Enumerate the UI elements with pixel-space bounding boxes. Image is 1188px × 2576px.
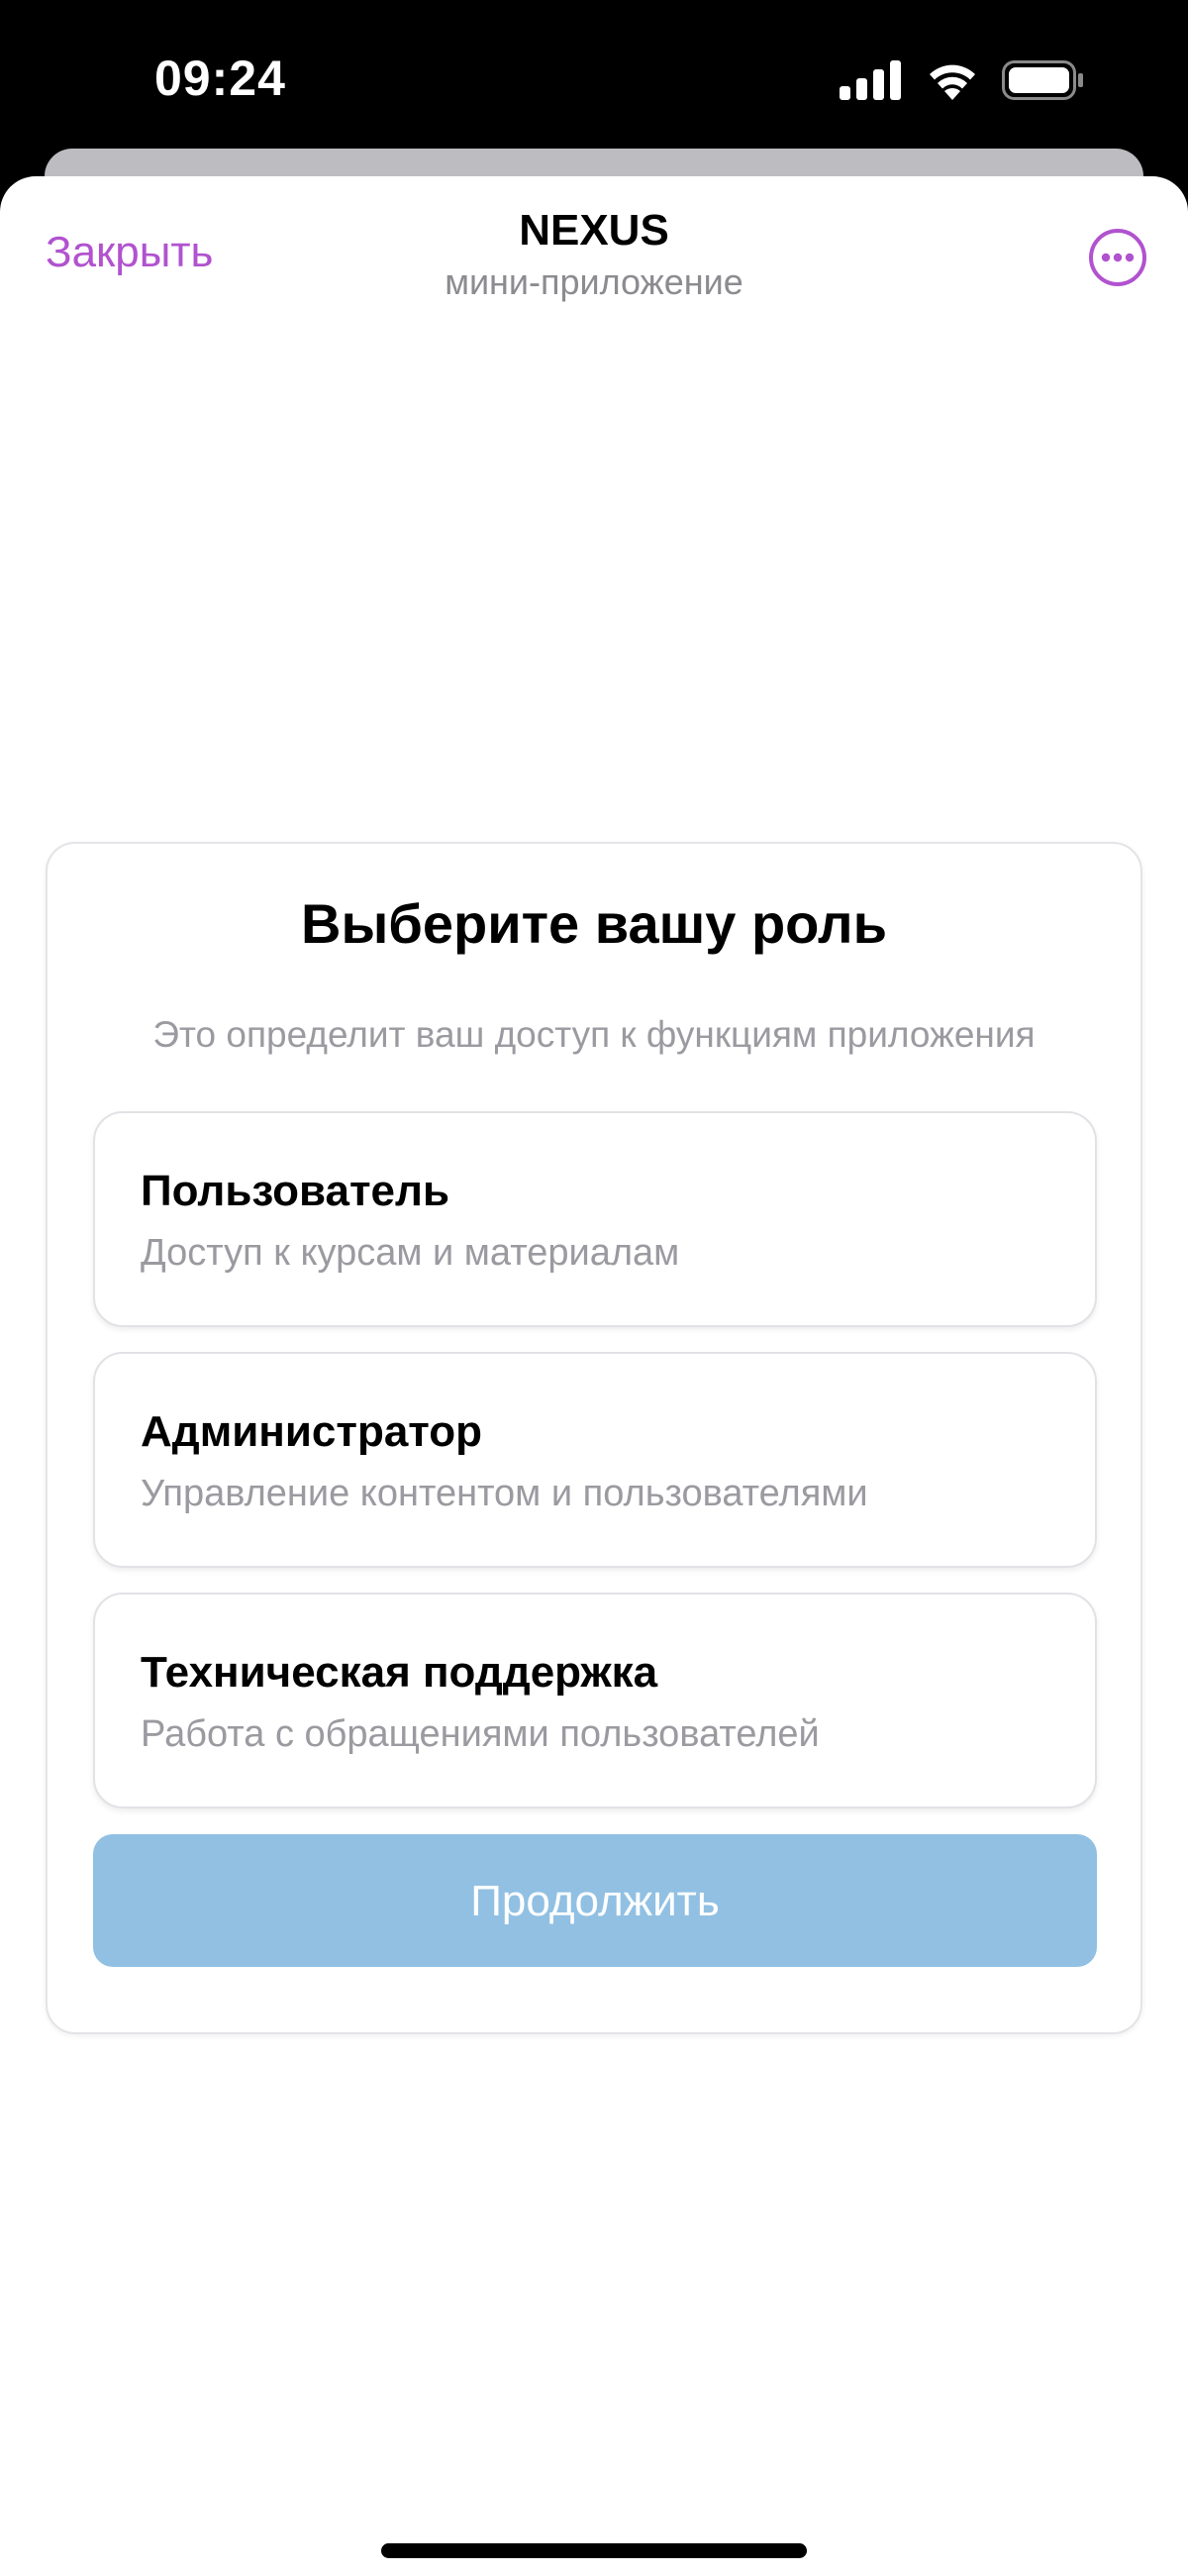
- role-option-support[interactable]: Техническая поддержка Работа с обращения…: [93, 1593, 1097, 1808]
- role-selection-card: Выберите вашу роль Это определит ваш дос…: [46, 842, 1142, 2034]
- status-icons: [840, 57, 1085, 103]
- cellular-signal-icon: [840, 60, 903, 100]
- role-option-admin[interactable]: Администратор Управление контентом и пол…: [93, 1352, 1097, 1568]
- continue-button[interactable]: Продолжить: [93, 1834, 1097, 1967]
- wifi-icon: [925, 60, 980, 100]
- card-title: Выберите вашу роль: [301, 892, 887, 955]
- role-option-user[interactable]: Пользователь Доступ к курсам и материала…: [93, 1111, 1097, 1327]
- role-description: Доступ к курсам и материалам: [141, 1232, 680, 1274]
- status-bar: 09:24: [0, 0, 1188, 149]
- role-name: Техническая поддержка: [141, 1648, 658, 1697]
- role-description: Работа с обращениями пользователей: [141, 1713, 820, 1755]
- role-description: Управление контентом и пользователями: [141, 1473, 868, 1514]
- mini-app-header: Закрыть NEXUS мини-приложение: [0, 176, 1188, 325]
- role-name: Пользователь: [141, 1167, 450, 1215]
- home-indicator[interactable]: [381, 2543, 807, 2558]
- role-name: Администратор: [141, 1407, 483, 1456]
- battery-icon: [1002, 60, 1085, 100]
- status-time: 09:24: [154, 51, 286, 106]
- card-subtitle: Это определит ваш доступ к функциям прил…: [152, 1014, 1036, 1055]
- app-subtitle: мини-приложение: [445, 261, 743, 302]
- mini-app-sheet: Закрыть NEXUS мини-приложение Выберите в…: [0, 176, 1188, 2576]
- more-horizontal-icon[interactable]: [1088, 228, 1147, 287]
- app-title: NEXUS: [519, 206, 669, 255]
